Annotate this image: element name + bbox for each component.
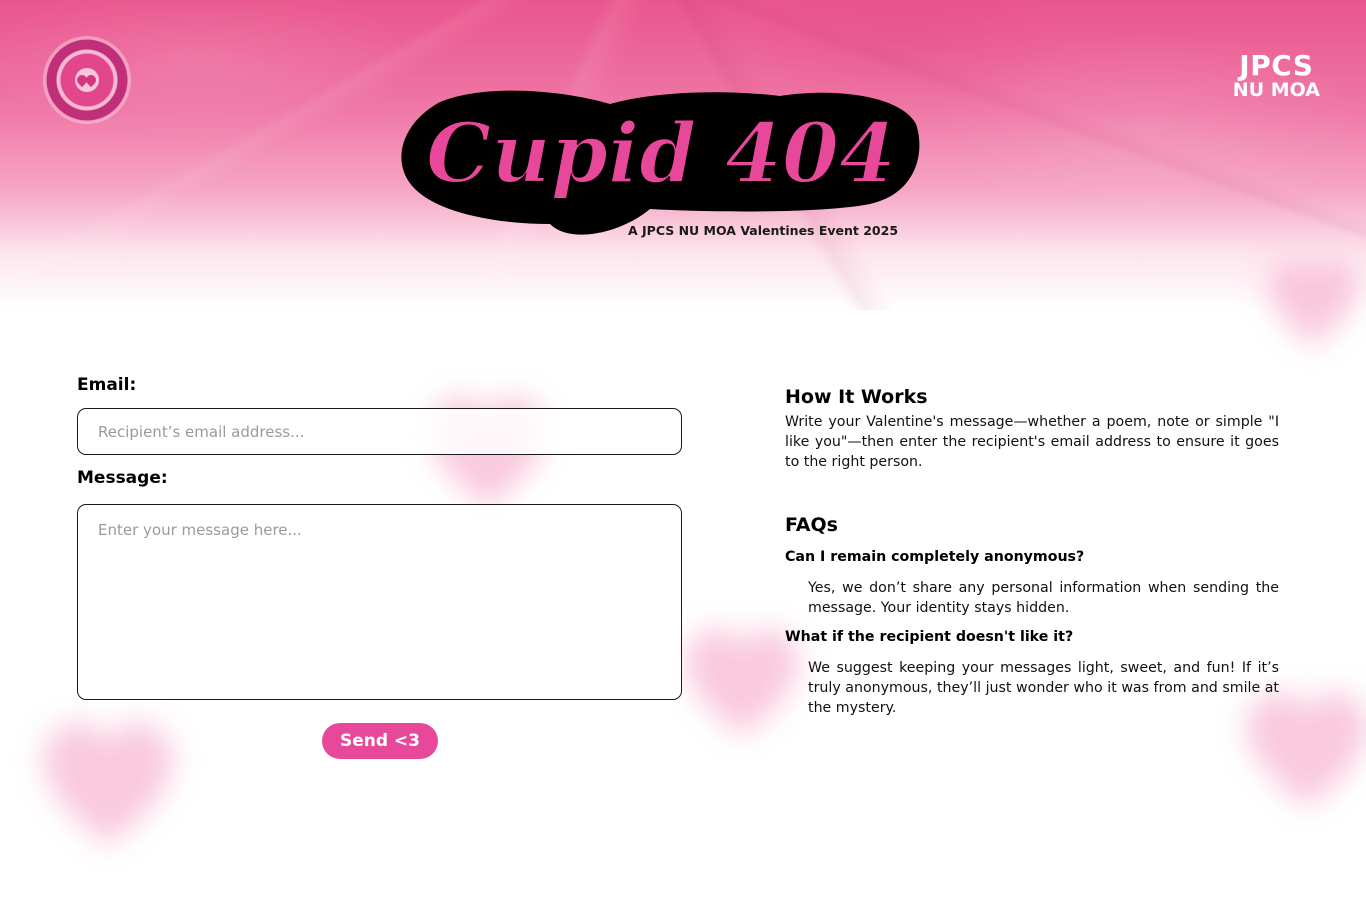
email-field[interactable] <box>77 408 682 455</box>
brand-line1: JPCS <box>1239 49 1314 82</box>
message-field[interactable] <box>77 504 682 700</box>
faq-answer: Yes, we don’t share any personal informa… <box>808 580 1279 616</box>
page-title: Cupid 404 <box>426 106 896 202</box>
faq-answer: We suggest keeping your messages light, … <box>808 660 1279 716</box>
faq-question: Can I remain completely anonymous? <box>785 549 1085 565</box>
brand-line2: NU MOA <box>1232 79 1320 101</box>
message-label: Message: <box>77 468 168 488</box>
send-button[interactable]: Send <3 <box>322 723 438 759</box>
heart-decoration <box>672 600 812 760</box>
page: JPCS NU MOA Cupid 404 A JPCS NU MOA Vale… <box>0 0 1366 905</box>
faq-question: What if the recipient doesn't like it? <box>785 629 1074 645</box>
page-title-logo: Cupid 404 <box>400 84 922 240</box>
faqs-heading: FAQs <box>785 514 838 536</box>
how-it-works-heading: How It Works <box>785 386 928 408</box>
page-subtitle: A JPCS NU MOA Valentines Event 2025 <box>628 223 899 238</box>
heart-decoration <box>28 706 188 856</box>
jpcs-logo-icon <box>45 38 129 122</box>
how-it-works-text: Write your Valentine's message—whether a… <box>785 414 1279 470</box>
email-label: Email: <box>77 375 137 395</box>
brand-wordmark: JPCS NU MOA <box>1233 52 1320 100</box>
heart-decoration <box>1258 232 1366 372</box>
heart-emblem-icon <box>75 68 99 92</box>
